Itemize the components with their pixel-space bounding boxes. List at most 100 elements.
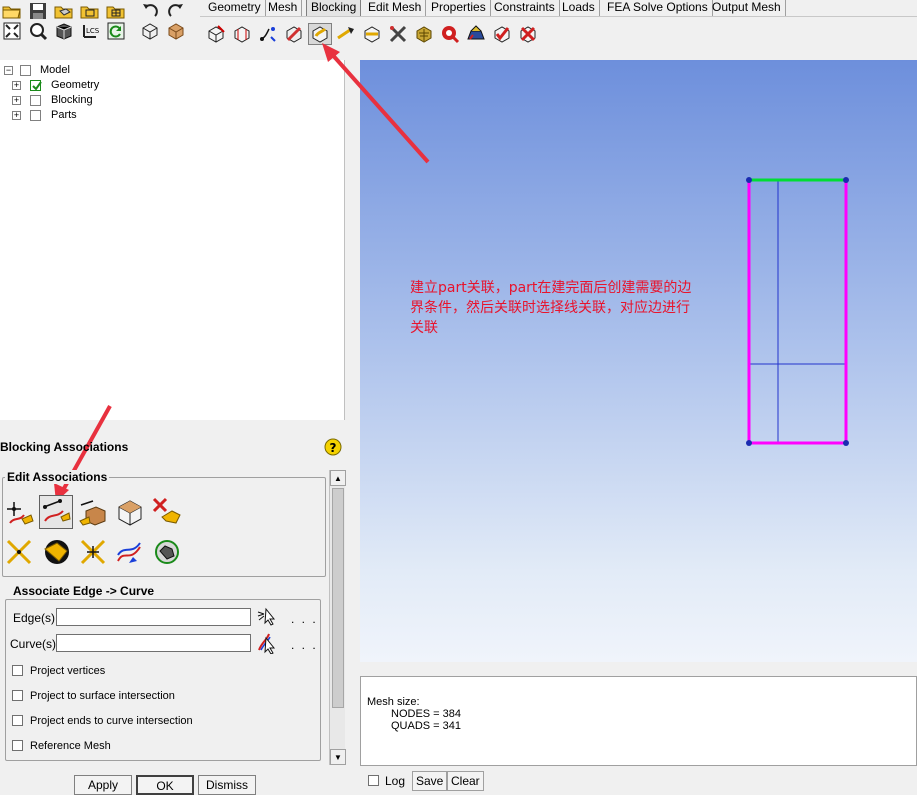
view-3d-icon[interactable] [52, 20, 76, 42]
project-surface-intersection-label: Project to surface intersection [30, 690, 175, 702]
associate-edge-curve-button[interactable] [39, 495, 73, 529]
vertex [746, 177, 752, 183]
curves-input[interactable] [56, 634, 251, 652]
message-line: NODES = 384 [391, 708, 462, 720]
open-geometry-icon[interactable] [52, 0, 76, 22]
reset-associations-button[interactable] [76, 535, 110, 569]
graphics-viewport[interactable]: 建立part关联，part在建完面后创建需要的边界条件，然后关联时选择线关联，对… [360, 60, 917, 662]
auto-associate-button[interactable] [150, 535, 184, 569]
menu-tab-bar: Geometry Mesh Blocking Edit Mesh Propert… [200, 0, 917, 16]
panel-scrollbar[interactable]: ▲ ▼ [329, 470, 346, 765]
create-block-icon[interactable] [204, 23, 228, 45]
tree-checkbox-geometry[interactable] [30, 80, 42, 91]
scroll-up-icon[interactable]: ▲ [330, 470, 346, 486]
reference-mesh-label: Reference Mesh [30, 740, 111, 752]
tree-expand-icon[interactable]: + [12, 81, 21, 90]
tree-item-blocking[interactable]: Blocking [51, 93, 93, 108]
main-toolbar: LCS [0, 0, 200, 50]
local-coords-icon[interactable]: LCS [78, 20, 102, 42]
tab-mesh[interactable]: Mesh [264, 0, 303, 16]
tab-fea-solve-options[interactable]: FEA Solve Options [603, 0, 713, 16]
snap-project-vertices-button[interactable] [2, 535, 36, 569]
save-icon[interactable] [26, 0, 50, 22]
group-curves-button[interactable] [113, 535, 147, 569]
open-folder-icon[interactable] [0, 0, 24, 22]
solid-shading-icon[interactable] [164, 20, 188, 42]
tree-checkbox-parts[interactable] [30, 110, 41, 121]
pre-mesh-smooth-icon[interactable] [464, 23, 488, 45]
tree-item-model[interactable]: Model [40, 63, 70, 78]
dismiss-button[interactable]: Dismiss [198, 775, 256, 795]
tree-item-parts[interactable]: Parts [51, 108, 77, 123]
merge-vertices-icon[interactable] [256, 23, 280, 45]
ok-button[interactable]: OK [136, 775, 194, 795]
more-curves-button[interactable]: . . . [291, 638, 318, 652]
zoom-box-icon[interactable] [26, 20, 50, 42]
wireframe-icon[interactable] [138, 20, 162, 42]
apply-button[interactable]: Apply [74, 775, 132, 795]
select-curves-icon[interactable] [256, 632, 278, 655]
project-ends-curve-intersection-checkbox[interactable] [12, 715, 23, 726]
tree-collapse-icon[interactable]: − [4, 66, 13, 75]
message-line: QUADS = 341 [391, 720, 462, 732]
tab-edit-mesh[interactable]: Edit Mesh [364, 0, 427, 16]
refresh-icon[interactable] [104, 20, 128, 42]
checkmark-icon [32, 81, 42, 91]
tab-loads[interactable]: Loads [558, 0, 600, 16]
fit-window-icon[interactable] [0, 20, 24, 42]
tree-checkbox-blocking[interactable] [30, 95, 41, 106]
associate-vertex-button[interactable] [2, 495, 36, 529]
save-log-button[interactable]: Save [412, 771, 448, 791]
update-associations-button[interactable] [39, 535, 73, 569]
transform-blocks-icon[interactable] [360, 23, 384, 45]
associate-edge-curve-label: Associate Edge -> Curve [11, 584, 157, 598]
scroll-thumb[interactable] [332, 488, 344, 708]
open-mesh-icon[interactable] [104, 0, 128, 22]
open-blocking-icon[interactable] [78, 0, 102, 22]
tab-geometry[interactable]: Geometry [204, 0, 266, 16]
vertex [843, 177, 849, 183]
more-edges-button[interactable]: . . . [291, 612, 318, 626]
scroll-down-icon[interactable]: ▼ [330, 749, 346, 765]
tab-constraints[interactable]: Constraints [490, 0, 560, 16]
edit-edge-icon[interactable] [386, 23, 410, 45]
pre-mesh-params-icon[interactable] [412, 23, 436, 45]
pre-mesh-quality-icon[interactable] [438, 23, 462, 45]
split-block-icon[interactable] [230, 23, 254, 45]
associate-edge-surface-button[interactable] [76, 495, 110, 529]
tree-checkbox-model[interactable] [20, 65, 31, 76]
block-model[interactable] [360, 60, 917, 662]
project-vertices-checkbox[interactable] [12, 665, 23, 676]
tab-blocking[interactable]: Blocking [306, 0, 362, 16]
vertex [843, 440, 849, 446]
panel-title: Blocking Associations [0, 440, 129, 454]
message-controls: Log Save Clear [360, 766, 917, 791]
delete-block-icon[interactable] [516, 23, 540, 45]
project-vertices-label: Project vertices [30, 665, 106, 677]
clear-log-button[interactable]: Clear [447, 771, 484, 791]
disassociate-button[interactable] [150, 495, 184, 529]
move-vertices-icon[interactable] [334, 23, 358, 45]
help-icon[interactable]: ? [324, 437, 342, 457]
check-blocks-icon[interactable] [490, 23, 514, 45]
select-edges-icon[interactable] [256, 606, 278, 626]
redo-icon[interactable] [164, 0, 188, 22]
edit-associations-label: Edit Associations [5, 470, 110, 484]
edges-input[interactable] [56, 608, 251, 626]
edit-block-icon[interactable] [282, 23, 306, 45]
log-checkbox[interactable] [368, 775, 379, 786]
block-vertices [746, 177, 849, 446]
tree-expand-icon[interactable]: + [12, 111, 21, 120]
block-outline [747, 178, 848, 445]
associate-icon[interactable] [308, 23, 332, 45]
project-surface-intersection-checkbox[interactable] [12, 690, 23, 701]
reference-mesh-checkbox[interactable] [12, 740, 23, 751]
project-ends-curve-intersection-label: Project ends to curve intersection [30, 715, 193, 727]
undo-icon[interactable] [138, 0, 162, 22]
tree-item-geometry[interactable]: Geometry [51, 78, 99, 93]
message-window: Mesh size: NODES = 384 QUADS = 341 [360, 676, 917, 766]
tab-output-mesh[interactable]: Output Mesh [708, 0, 786, 16]
associate-face-surface-button[interactable] [113, 495, 147, 529]
tree-expand-icon[interactable]: + [12, 96, 21, 105]
tab-properties[interactable]: Properties [427, 0, 491, 16]
